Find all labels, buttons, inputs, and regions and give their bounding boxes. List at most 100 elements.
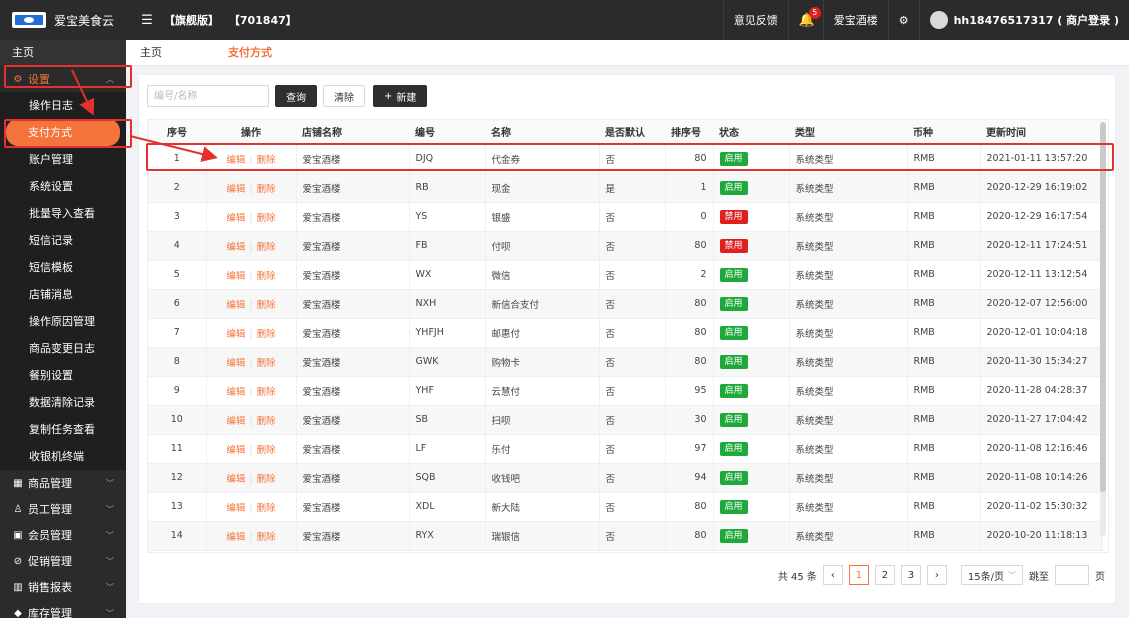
table-row[interactable]: 5 编辑 | 删除 爱宝酒楼 WX 微信否 2 启用 系统类型 RMB 2020-12-11 13:1… — [148, 260, 1103, 290]
edit-button[interactable]: 编辑 — [226, 213, 245, 224]
delete-button[interactable]: 删除 — [257, 416, 276, 427]
clear-button[interactable]: 清除 — [323, 85, 365, 107]
delete-button[interactable]: 删除 — [257, 358, 276, 369]
page-size-select[interactable]: 15条/页 ﹀ — [960, 565, 1023, 585]
delete-button[interactable]: 删除 — [257, 242, 276, 253]
table-row[interactable]: 12 编辑 | 删除 爱宝酒楼 SQB 收钱吧否 94 启用 系统类型 RMB 2020-11-08 … — [148, 463, 1103, 493]
prev-page-button[interactable]: ‹ — [822, 565, 843, 585]
cell-status: 启用 — [713, 260, 790, 290]
table-row[interactable]: 9 编辑 | 删除 爱宝酒楼 YHF 云慧付否 95 启用 系统类型 RMB 2020-11-28 0… — [148, 376, 1103, 406]
delete-button[interactable]: 删除 — [257, 387, 276, 398]
edit-button[interactable]: 编辑 — [226, 358, 245, 369]
sidebar-group-promotions[interactable]: ⊘ 促销管理 ﹀ — [0, 548, 126, 574]
sidebar-item-home[interactable]: 主页 — [0, 40, 126, 66]
sidebar-item-pos-terminals[interactable]: 收银机终端 — [0, 443, 126, 470]
table-row[interactable]: 14 编辑 | 删除 爱宝酒楼 RYX 瑞银信否 80 启用 系统类型 RMB 2020-10-20 … — [148, 521, 1103, 551]
table-row[interactable]: 1 编辑 | 删除 爱宝酒楼 DJQ 代金券否 80 启用 系统类型 RMB 2021-01-11 1… — [148, 144, 1103, 174]
cell-updated: 2020-12-29 16:19:02 — [980, 173, 1103, 203]
chevron-down-icon: ﹀ — [106, 530, 114, 540]
menu-toggle-icon[interactable]: ☰ — [138, 13, 156, 28]
edit-button[interactable]: 编辑 — [226, 503, 245, 514]
sidebar-item-reason-management[interactable]: 操作原因管理 — [0, 308, 126, 335]
table-row[interactable]: 2 编辑 | 删除 爱宝酒楼 RB 现金是 1 启用 系统类型 RMB 2020-12-29 16:1… — [148, 173, 1103, 203]
sidebar-item-data-clear-records[interactable]: 数据清除记录 — [0, 389, 126, 416]
cell-index: 8 — [148, 347, 207, 377]
delete-button[interactable]: 删除 — [257, 155, 276, 166]
new-button[interactable]: + 新建 — [373, 85, 428, 107]
cell-sort: 95 — [665, 376, 714, 406]
edit-button[interactable]: 编辑 — [226, 271, 245, 282]
edit-button[interactable]: 编辑 — [226, 155, 245, 166]
tab-home[interactable]: 主页 — [126, 40, 176, 66]
cell-default: 否 — [599, 376, 666, 406]
edit-button[interactable]: 编辑 — [226, 242, 245, 253]
brand[interactable]: 爱宝美食云 — [0, 0, 126, 40]
edit-button[interactable]: 编辑 — [226, 300, 245, 311]
feedback-link[interactable]: 意见反馈 — [722, 0, 788, 40]
query-button[interactable]: 查询 — [275, 85, 317, 107]
cell-default: 否 — [599, 144, 666, 174]
notification-button[interactable]: 🔔 5 — [787, 0, 823, 40]
page-button-2[interactable]: 2 — [874, 565, 895, 585]
page-button-1[interactable]: 1 — [848, 565, 869, 585]
sidebar-group-members[interactable]: ▣ 会员管理 ﹀ — [0, 522, 126, 548]
table-scrollbar[interactable] — [1100, 122, 1106, 536]
sidebar-item-operation-log[interactable]: 操作日志 — [0, 92, 126, 119]
table-row[interactable]: 10 编辑 | 删除 爱宝酒楼 SB 扫呗否 30 启用 系统类型 RMB 2020-11-27 17… — [148, 405, 1103, 435]
sidebar-item-account-management[interactable]: 账户管理 — [0, 146, 126, 173]
next-page-button[interactable]: › — [926, 565, 947, 585]
sidebar-item-payment-methods[interactable]: 支付方式 — [6, 119, 120, 146]
cell-status: 启用 — [713, 521, 790, 551]
search-input[interactable] — [147, 85, 269, 107]
sidebar-item-copy-tasks[interactable]: 复制任务查看 — [0, 416, 126, 443]
sidebar-item-product-change-log[interactable]: 商品变更日志 — [0, 335, 126, 362]
col-index: 序号 — [148, 120, 206, 145]
action-separator: | — [249, 299, 253, 311]
user-menu[interactable]: hh18476517317 ( 商户登录 ) — [918, 0, 1129, 40]
sidebar-group-sales-reports[interactable]: ▥ 销售报表 ﹀ — [0, 574, 126, 600]
edit-button[interactable]: 编辑 — [226, 445, 245, 456]
edit-button[interactable]: 编辑 — [226, 474, 245, 485]
edit-button[interactable]: 编辑 — [226, 329, 245, 340]
sidebar-group-settings[interactable]: ⚙ 设置 ︿ — [0, 66, 126, 92]
table-row[interactable]: 6 编辑 | 删除 爱宝酒楼 NXH 新信合支付否 80 启用 系统类型 RMB 2020-12-07… — [148, 289, 1103, 319]
delete-button[interactable]: 删除 — [257, 271, 276, 282]
sidebar-item-batch-import[interactable]: 批量导入查看 — [0, 200, 126, 227]
sidebar-item-system-settings[interactable]: 系统设置 — [0, 173, 126, 200]
edit-button[interactable]: 编辑 — [226, 416, 245, 427]
sidebar-group-staff[interactable]: ♙ 员工管理 ﹀ — [0, 496, 126, 522]
delete-button[interactable]: 删除 — [257, 184, 276, 195]
delete-button[interactable]: 删除 — [257, 329, 276, 340]
gear-icon: ⚙ — [898, 13, 909, 27]
delete-button[interactable]: 删除 — [257, 503, 276, 514]
table-row[interactable]: 11 编辑 | 删除 爱宝酒楼 LF 乐付否 97 启用 系统类型 RMB 2020-11-08 12… — [148, 434, 1103, 464]
edit-button[interactable]: 编辑 — [226, 184, 245, 195]
store-switch[interactable]: 爱宝酒楼 — [822, 0, 888, 40]
cell-name: 新信合支付 — [485, 289, 600, 319]
sidebar-group-inventory[interactable]: ◆ 库存管理 ﹀ — [0, 600, 126, 618]
edit-button[interactable]: 编辑 — [226, 387, 245, 398]
cell-index: 4 — [148, 231, 207, 261]
page-button-3[interactable]: 3 — [900, 565, 921, 585]
sidebar-item-sms-records[interactable]: 短信记录 — [0, 227, 126, 254]
delete-button[interactable]: 删除 — [257, 213, 276, 224]
table-row[interactable]: 8 编辑 | 删除 爱宝酒楼 GWK 购物卡否 80 启用 系统类型 RMB 2020-11-30 1… — [148, 347, 1103, 377]
sidebar-item-meal-settings[interactable]: 餐别设置 — [0, 362, 126, 389]
sidebar-item-store-messages[interactable]: 店铺消息 — [0, 281, 126, 308]
table-row[interactable]: 7 编辑 | 删除 爱宝酒楼 YHFJH 邮惠付否 80 启用 系统类型 RMB 2020-12-01… — [148, 318, 1103, 348]
delete-button[interactable]: 删除 — [257, 474, 276, 485]
table-row[interactable]: 4 编辑 | 删除 爱宝酒楼 FB 付呗否 80 禁用 系统类型 RMB 2020-12-11 17:… — [148, 231, 1103, 261]
delete-button[interactable]: 删除 — [257, 300, 276, 311]
jump-page-input[interactable] — [1055, 565, 1089, 585]
table-row[interactable]: 13 编辑 | 删除 爱宝酒楼 XDL 新大陆否 80 启用 系统类型 RMB 2020-11-02 … — [148, 492, 1103, 522]
delete-button[interactable]: 删除 — [257, 445, 276, 456]
sidebar-group-products[interactable]: ▦ 商品管理 ﹀ — [0, 470, 126, 496]
sidebar-item-sms-templates[interactable]: 短信模板 — [0, 254, 126, 281]
cell-name: 付呗 — [485, 231, 600, 261]
tab-payment-methods[interactable]: 支付方式 — [214, 40, 286, 66]
settings-button[interactable]: ⚙ — [887, 0, 919, 40]
cell-currency: RMB — [907, 521, 981, 551]
delete-button[interactable]: 删除 — [257, 532, 276, 543]
edit-button[interactable]: 编辑 — [226, 532, 245, 543]
table-row[interactable]: 3 编辑 | 删除 爱宝酒楼 YS 银盛否 0 禁用 系统类型 RMB 2020-12-29 16:1… — [148, 202, 1103, 232]
